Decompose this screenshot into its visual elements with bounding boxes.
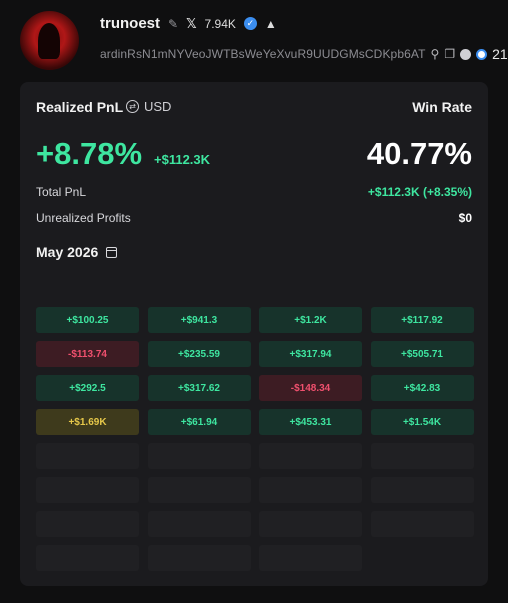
- calendar-day-cell: [371, 545, 474, 571]
- calendar-day-cell[interactable]: [370, 511, 474, 537]
- calendar-day-cell[interactable]: [36, 545, 139, 571]
- calendar-day-cell[interactable]: [259, 511, 362, 537]
- followers-count: 7.94K: [204, 16, 236, 31]
- calendar-day-cell[interactable]: +$317.62: [147, 375, 251, 401]
- calendar-day-cell[interactable]: +$453.31: [259, 409, 362, 435]
- calendar-day-cell[interactable]: [370, 443, 474, 469]
- total-pnl-value: +$112.3K (+8.35%): [367, 185, 472, 199]
- calendar-day-cell[interactable]: +$100.25: [36, 307, 139, 333]
- username: trunoest: [100, 15, 160, 32]
- pnl-calendar: +$100.25 +$941.3 +$1.2K +$117.92 -$113.74 +$2…: [36, 307, 474, 571]
- realized-pnl-label: Realized PnL: [36, 99, 124, 115]
- currency-label: USD: [144, 99, 172, 114]
- account-age: 21d: [492, 46, 508, 62]
- avatar[interactable]: [20, 11, 79, 70]
- x-icon[interactable]: 𝕏: [186, 16, 196, 32]
- calendar-day-cell[interactable]: +$235.59: [147, 341, 251, 367]
- swap-icon: ⇄: [126, 100, 139, 113]
- verified-icon: ✓: [243, 17, 257, 30]
- pnl-card: Realized PnL ⇄ USD Win Rate +8.78% +$112…: [20, 82, 488, 586]
- calendar-day-cell[interactable]: [147, 511, 251, 537]
- calendar-day-cell[interactable]: [259, 443, 362, 469]
- platform-icon[interactable]: [460, 48, 472, 60]
- calendar-day-cell[interactable]: +$317.94: [259, 341, 362, 367]
- unrealized-value: $0: [458, 211, 472, 225]
- wallet-address[interactable]: ardinRsN1mNYVeoJWTBsWeYeXvuR9UUDGMsCDKpb…: [100, 47, 426, 61]
- calendar-day-cell[interactable]: [36, 443, 139, 469]
- calendar-day-cell[interactable]: [370, 477, 474, 503]
- calendar-day-cell[interactable]: [259, 477, 362, 503]
- search-icon[interactable]: ⚲: [431, 47, 440, 61]
- unrealized-label: Unrealized Profits: [36, 211, 131, 225]
- profile-header: trunoest ✎ 𝕏 7.94K ✓ ▲: [100, 15, 277, 32]
- win-rate-value: 40.77%: [366, 136, 472, 171]
- avatar-silhouette: [38, 23, 60, 59]
- month-selector[interactable]: May 2026: [36, 244, 118, 260]
- calendar-day-cell[interactable]: -$148.34: [259, 375, 362, 401]
- calendar-day-cell[interactable]: +$117.92: [370, 307, 474, 333]
- pnl-percent: +8.78%: [36, 136, 143, 171]
- pnl-usd: +$112.3K: [154, 152, 211, 167]
- calendar-day-cell[interactable]: [259, 545, 362, 571]
- calendar-day-cell[interactable]: +$61.94: [147, 409, 251, 435]
- chain-icon[interactable]: [476, 48, 488, 60]
- calendar-icon[interactable]: [106, 246, 118, 258]
- address-row: ardinRsN1mNYVeoJWTBsWeYeXvuR9UUDGMsCDKpb…: [100, 46, 508, 62]
- calendar-day-cell[interactable]: [147, 477, 251, 503]
- calendar-day-cell[interactable]: +$1.54K: [370, 409, 474, 435]
- user-icon[interactable]: ▲: [265, 17, 277, 31]
- calendar-day-cell[interactable]: +$1.69K: [36, 409, 139, 435]
- month-label: May 2026: [36, 244, 99, 260]
- calendar-day-cell[interactable]: [36, 511, 139, 537]
- copy-icon[interactable]: ❐: [444, 47, 455, 61]
- calendar-day-cell[interactable]: [147, 443, 251, 469]
- calendar-day-cell[interactable]: [147, 545, 251, 571]
- win-rate-label: Win Rate: [412, 99, 472, 115]
- total-pnl-label: Total PnL: [36, 185, 87, 199]
- calendar-day-cell[interactable]: -$113.74: [36, 341, 139, 367]
- calendar-day-cell[interactable]: +$1.2K: [259, 307, 362, 333]
- calendar-day-cell[interactable]: +$505.71: [370, 341, 474, 367]
- currency-toggle[interactable]: ⇄ USD: [126, 99, 171, 114]
- calendar-day-cell[interactable]: +$941.3: [147, 307, 251, 333]
- calendar-day-cell[interactable]: +$42.83: [370, 375, 474, 401]
- calendar-day-cell[interactable]: [36, 477, 139, 503]
- edit-icon[interactable]: ✎: [168, 17, 178, 31]
- calendar-day-cell[interactable]: +$292.5: [36, 375, 139, 401]
